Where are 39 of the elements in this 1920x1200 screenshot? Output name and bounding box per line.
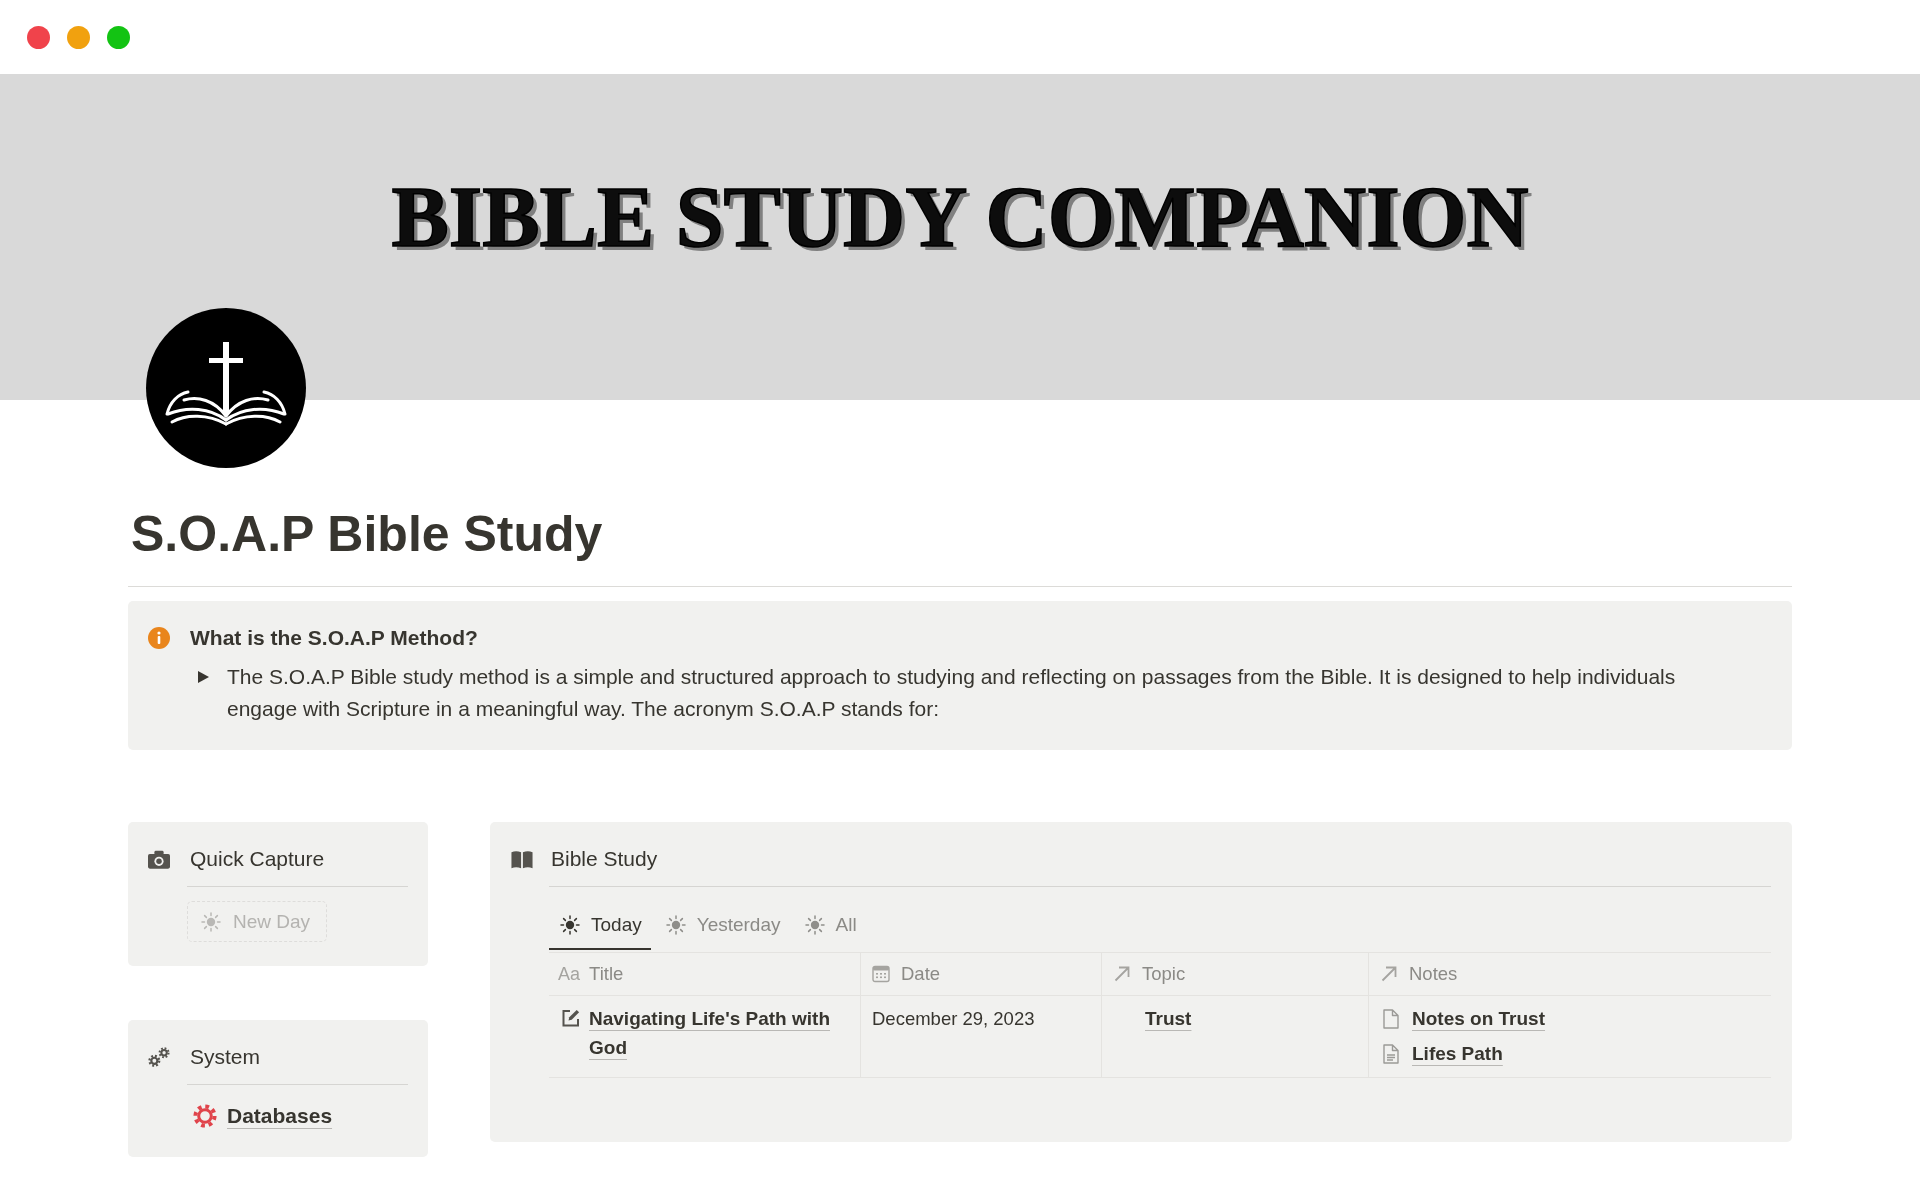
- column-title: Title: [589, 962, 624, 986]
- sun-icon: [201, 911, 221, 932]
- page-icon: [1383, 1008, 1399, 1029]
- callout-heading: What is the S.O.A.P Method?: [190, 625, 478, 651]
- maximize-icon[interactable]: [107, 25, 130, 49]
- callout-text: The S.O.A.P Bible study method is a simple and structured approach to studying and reflecting on passages from the Bible. It is designed to help individuals engage with Scripture in a meaningful way. The acronym S.O.A.P stands for:: [227, 664, 1677, 722]
- document-icon: [1383, 1043, 1399, 1064]
- banner-title: BIBLE STUDY COMPANION: [391, 174, 1529, 260]
- arrow-icon: [1113, 965, 1131, 983]
- edit-icon: [561, 1008, 581, 1028]
- panel-title: Quick Capture: [190, 846, 325, 872]
- text-type-icon: Aa: [558, 963, 581, 985]
- page-link[interactable]: Trust: [1145, 1004, 1192, 1033]
- page-link[interactable]: Notes on Trust: [1412, 1004, 1545, 1033]
- toggle-triangle-icon[interactable]: [197, 671, 209, 683]
- page-link[interactable]: Navigating Life's Path with God: [589, 1004, 852, 1062]
- arrow-icon: [1380, 965, 1398, 983]
- sun-icon: [665, 915, 686, 935]
- column-title: Notes: [1409, 962, 1458, 986]
- camera-icon: [148, 849, 170, 869]
- page-link[interactable]: Databases: [227, 1103, 333, 1129]
- column-title: Date: [901, 962, 941, 986]
- cross-and-book-icon: [146, 308, 306, 468]
- book-icon: [511, 849, 533, 869]
- date-text: December 29, 2023: [872, 1008, 1035, 1029]
- view-tab[interactable]: Today: [549, 902, 651, 950]
- gears-icon: [148, 1046, 170, 1068]
- panel-title: System: [190, 1044, 260, 1070]
- column-title: Topic: [1142, 962, 1186, 986]
- close-icon[interactable]: [27, 25, 50, 49]
- sun-icon: [804, 915, 825, 935]
- calendar-icon: [872, 965, 890, 983]
- sun-icon: [560, 915, 580, 935]
- page-link[interactable]: Lifes Path: [1412, 1039, 1503, 1068]
- gear-icon: [193, 1104, 217, 1128]
- panel-title: Bible Study: [551, 846, 658, 872]
- minimize-icon[interactable]: [67, 25, 90, 49]
- info-icon: [148, 627, 170, 649]
- page-title: S.O.A.P Bible Study: [131, 505, 603, 564]
